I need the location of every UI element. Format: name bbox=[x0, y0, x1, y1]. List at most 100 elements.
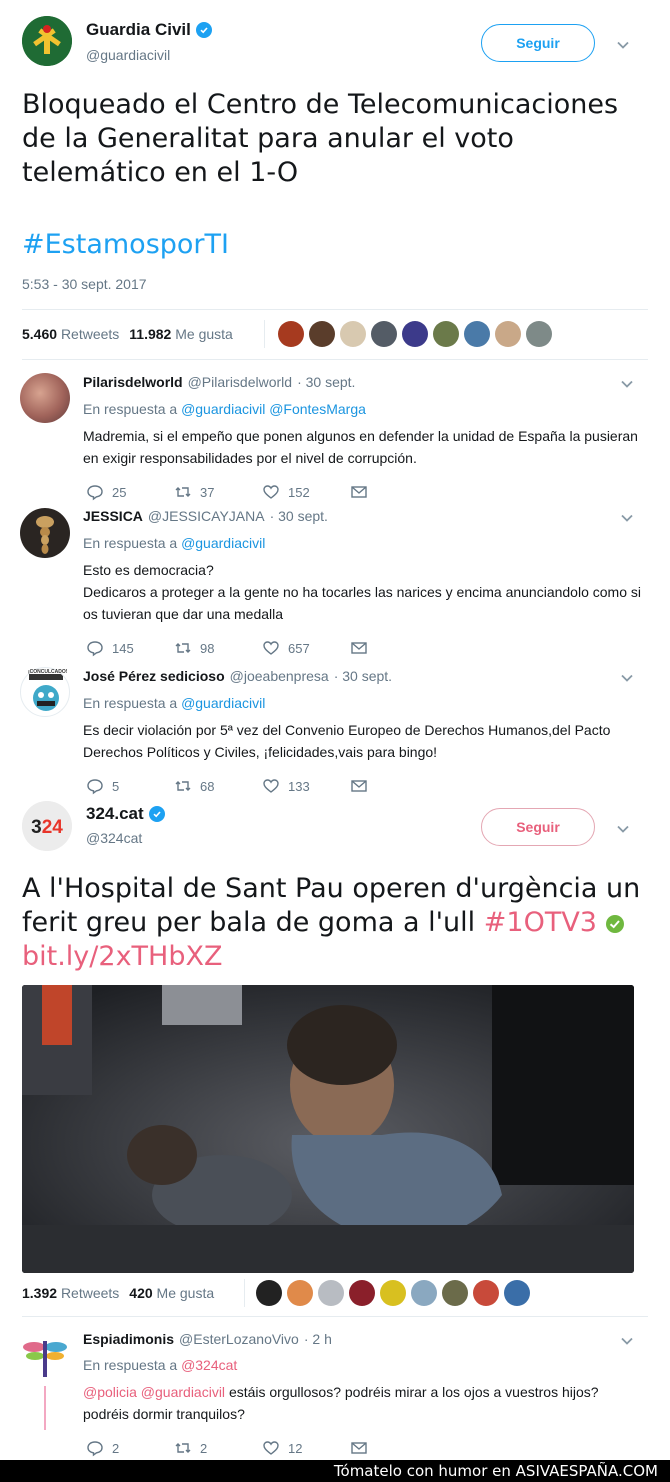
reply-icon bbox=[87, 1441, 103, 1457]
mention-link[interactable]: @324cat bbox=[181, 1357, 237, 1373]
verified-icon bbox=[195, 22, 212, 38]
reply-author-handle[interactable]: @EsterLozanoVivo bbox=[179, 1331, 299, 1347]
liker-avatars[interactable] bbox=[256, 1280, 530, 1306]
reply-author-handle[interactable]: @Pilarisdelworld bbox=[188, 374, 292, 390]
verified-icon bbox=[148, 806, 165, 822]
retweets-stat[interactable]: 1.392 Retweets bbox=[22, 1285, 119, 1301]
tweet1-author-name[interactable]: Guardia Civil bbox=[86, 20, 212, 40]
tweet2-author-name[interactable]: 324.cat bbox=[86, 804, 165, 824]
liker-avatar[interactable] bbox=[464, 321, 490, 347]
chevron-down-icon[interactable] bbox=[616, 38, 630, 52]
liker-avatar[interactable] bbox=[287, 1280, 313, 1306]
tweet2-stats: 1.392 Retweets 420 Me gusta bbox=[22, 1279, 214, 1307]
cartoon-avatar-icon bbox=[29, 674, 63, 711]
liker-avatar[interactable] bbox=[380, 1280, 406, 1306]
chevron-down-icon[interactable] bbox=[616, 822, 630, 836]
reply-date[interactable]: · 30 sept. bbox=[297, 374, 355, 390]
reply-date[interactable]: · 2 h bbox=[304, 1331, 332, 1347]
reply-button[interactable]: 25 bbox=[86, 483, 174, 501]
stats-separator bbox=[264, 320, 265, 348]
retweets-stat[interactable]: 5.460 Retweets bbox=[22, 326, 119, 342]
like-button[interactable]: 657 bbox=[262, 639, 350, 657]
follow-button[interactable]: Seguir bbox=[481, 808, 595, 846]
direct-message-button[interactable] bbox=[350, 639, 438, 657]
liker-avatar[interactable] bbox=[371, 321, 397, 347]
tweet2-name-text: 324.cat bbox=[86, 804, 144, 823]
chevron-down-icon[interactable] bbox=[620, 671, 634, 685]
liker-avatar[interactable] bbox=[433, 321, 459, 347]
reply-author-name[interactable]: Pilarisdelworld bbox=[83, 374, 183, 390]
liker-avatar[interactable] bbox=[495, 321, 521, 347]
mention-link[interactable]: @FontesMarga bbox=[269, 401, 366, 417]
like-button[interactable]: 12 bbox=[262, 1439, 350, 1457]
liker-avatar[interactable] bbox=[526, 321, 552, 347]
mention-link[interactable]: @guardiacivil bbox=[181, 401, 265, 417]
hashtag-link[interactable]: #EstamosporTI bbox=[22, 228, 229, 262]
reply-text: Madremia, si el empeño que ponen algunos… bbox=[83, 428, 638, 466]
reply-author-name[interactable]: JESSICA bbox=[83, 508, 143, 524]
tweet-photo[interactable] bbox=[22, 985, 634, 1273]
retweet-icon bbox=[175, 643, 191, 653]
reply-avatar[interactable] bbox=[20, 1331, 70, 1381]
reply-author-handle[interactable]: @joeabenpresa bbox=[230, 668, 329, 684]
reply-date[interactable]: · 30 sept. bbox=[270, 508, 328, 524]
liker-avatar[interactable] bbox=[256, 1280, 282, 1306]
liker-avatar[interactable] bbox=[411, 1280, 437, 1306]
retweet-button[interactable]: 2 bbox=[174, 1439, 262, 1457]
reply-date[interactable]: · 30 sept. bbox=[334, 668, 392, 684]
reply-button[interactable]: 145 bbox=[86, 639, 174, 657]
retweet-button[interactable]: 98 bbox=[174, 639, 262, 657]
tweet2-handle[interactable]: @324cat bbox=[86, 830, 142, 846]
mention-link[interactable]: @guardiacivil bbox=[181, 695, 265, 711]
liker-avatars[interactable] bbox=[278, 321, 552, 347]
guardia-civil-avatar[interactable] bbox=[22, 16, 72, 66]
reply-button[interactable]: 5 bbox=[86, 777, 174, 795]
reply-button[interactable]: 2 bbox=[86, 1439, 174, 1457]
chevron-down-icon[interactable] bbox=[620, 377, 634, 391]
direct-message-button[interactable] bbox=[350, 483, 438, 501]
liker-avatar[interactable] bbox=[402, 321, 428, 347]
liker-avatar[interactable] bbox=[473, 1280, 499, 1306]
in-reply-to: En respuesta a @guardiacivil bbox=[83, 535, 266, 551]
tweet2-text: A l'Hospital de Sant Pau operen d'urgènc… bbox=[22, 873, 641, 972]
retweet-button[interactable]: 37 bbox=[174, 483, 262, 501]
liker-avatar[interactable] bbox=[504, 1280, 530, 1306]
mention-link[interactable]: @policia bbox=[83, 1384, 137, 1400]
follow-button[interactable]: Seguir bbox=[481, 24, 595, 62]
likes-stat[interactable]: 420 Me gusta bbox=[129, 1285, 214, 1301]
direct-message-button[interactable] bbox=[350, 1439, 438, 1457]
chevron-down-icon[interactable] bbox=[620, 511, 634, 525]
hashtag-link[interactable]: #1OTV3 bbox=[484, 907, 597, 938]
url-link[interactable]: bit.ly/2xTHbXZ bbox=[22, 941, 222, 972]
reply-avatar[interactable] bbox=[20, 373, 70, 423]
tweet1-handle[interactable]: @guardiacivil bbox=[86, 47, 170, 63]
liker-avatar[interactable] bbox=[318, 1280, 344, 1306]
retweet-button[interactable]: 68 bbox=[174, 777, 262, 795]
reply-author-handle[interactable]: @JESSICAYJANA bbox=[148, 508, 265, 524]
reply-icon bbox=[87, 641, 103, 657]
324cat-avatar[interactable]: 324 bbox=[22, 801, 72, 851]
tweet1-timestamp[interactable]: 5:53 - 30 sept. 2017 bbox=[22, 276, 147, 292]
liker-avatar[interactable] bbox=[309, 321, 335, 347]
liker-avatar[interactable] bbox=[349, 1280, 375, 1306]
reply-author-name[interactable]: Espiadimonis bbox=[83, 1331, 174, 1347]
reply-author-name[interactable]: José Pérez sedicioso bbox=[83, 668, 225, 684]
liker-avatar[interactable] bbox=[442, 1280, 468, 1306]
tweet1-stats: 5.460 Retweets 11.982 Me gusta bbox=[22, 318, 233, 350]
chevron-down-icon[interactable] bbox=[620, 1334, 634, 1348]
liker-avatar[interactable] bbox=[340, 321, 366, 347]
reply-avatar[interactable] bbox=[20, 508, 70, 558]
envelope-icon bbox=[351, 486, 367, 498]
like-button[interactable]: 133 bbox=[262, 777, 350, 795]
watermark-footer: Tómatelo con humor en ASIVAESPAÑA.COM bbox=[0, 1460, 670, 1482]
in-reply-to: En respuesta a @324cat bbox=[83, 1357, 238, 1373]
like-button[interactable]: 152 bbox=[262, 483, 350, 501]
mention-link[interactable]: @guardiacivil bbox=[181, 535, 265, 551]
mention-link[interactable]: @guardiacivil bbox=[141, 1384, 225, 1400]
likes-stat[interactable]: 11.982 Me gusta bbox=[129, 326, 233, 342]
reply-icon bbox=[87, 485, 103, 501]
heart-icon bbox=[263, 779, 279, 793]
check-circle-icon bbox=[605, 915, 624, 933]
direct-message-button[interactable] bbox=[350, 777, 438, 795]
liker-avatar[interactable] bbox=[278, 321, 304, 347]
